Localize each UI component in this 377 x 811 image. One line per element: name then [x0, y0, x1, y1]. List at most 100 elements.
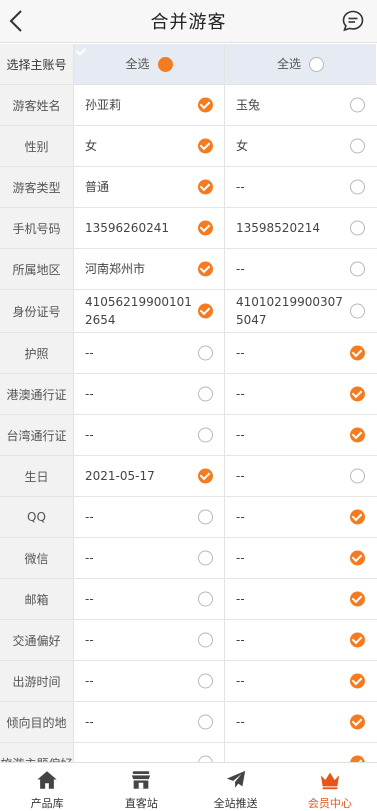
right-value: -- — [236, 387, 245, 401]
left-value-cell[interactable]: -- — [74, 702, 225, 742]
left-select-radio[interactable] — [198, 632, 213, 648]
crown-icon — [320, 772, 340, 790]
left-value-cell[interactable]: -- — [74, 415, 225, 455]
field-label: 游客类型 — [0, 167, 74, 207]
left-value-cell[interactable]: -- — [74, 497, 225, 537]
right-value-cell[interactable]: -- — [225, 333, 376, 373]
left-select-radio[interactable] — [198, 468, 213, 484]
left-value-cell[interactable]: 13596260241 — [74, 208, 225, 248]
right-value-cell[interactable]: -- — [225, 497, 376, 537]
select-all-right-radio[interactable] — [309, 56, 324, 72]
right-value-cell[interactable]: -- — [225, 374, 376, 414]
left-select-radio[interactable] — [198, 673, 213, 689]
right-select-radio[interactable] — [350, 345, 365, 361]
left-select-radio[interactable] — [198, 714, 213, 730]
right-select-radio[interactable] — [350, 427, 365, 443]
tab-product-library[interactable]: 产品库 — [0, 763, 94, 811]
right-value-cell[interactable]: 玉兔 — [225, 85, 376, 125]
select-all-right[interactable]: 全选 — [225, 44, 376, 84]
right-select-radio[interactable] — [350, 220, 365, 236]
right-select-radio[interactable] — [350, 591, 365, 607]
right-value-cell[interactable]: 410102199003075047 — [225, 290, 376, 332]
bottom-tab-bar: 产品库 直客站 全站推送 会员中心 — [0, 762, 377, 811]
left-select-radio[interactable] — [198, 427, 213, 443]
left-value-cell[interactable]: -- — [74, 579, 225, 619]
field-label: 手机号码 — [0, 208, 74, 248]
right-select-radio[interactable] — [350, 509, 365, 525]
left-value-cell[interactable]: 孙亚莉 — [74, 85, 225, 125]
left-value-cell[interactable]: -- — [74, 620, 225, 660]
left-value-cell[interactable]: -- — [74, 538, 225, 578]
field-label: 身份证号 — [0, 290, 74, 332]
left-value: 女 — [85, 139, 98, 153]
left-select-radio[interactable] — [198, 509, 213, 525]
left-value: -- — [85, 387, 94, 401]
tab-label: 直客站 — [124, 797, 158, 810]
message-button[interactable] — [341, 9, 365, 33]
left-select-radio[interactable] — [198, 550, 213, 566]
right-select-radio[interactable] — [350, 714, 365, 730]
left-value-cell[interactable]: 河南郑州市 — [74, 249, 225, 289]
left-value-cell[interactable]: 2021-05-17 — [74, 456, 225, 496]
right-value: -- — [236, 674, 245, 688]
tab-direct-store[interactable]: 直客站 — [94, 763, 188, 811]
right-select-radio[interactable] — [350, 386, 365, 402]
right-select-radio[interactable] — [350, 138, 365, 154]
right-select-radio[interactable] — [350, 468, 365, 484]
left-select-radio[interactable] — [198, 97, 213, 113]
table-row: 交通偏好 -- -- — [0, 620, 377, 661]
left-value: 普通 — [85, 180, 110, 194]
table-row: 倾向目的地 -- -- — [0, 702, 377, 743]
left-value-cell[interactable]: -- — [74, 374, 225, 414]
right-value-cell[interactable]: -- — [225, 415, 376, 455]
right-value-cell[interactable]: -- — [225, 249, 376, 289]
left-select-radio[interactable] — [198, 591, 213, 607]
left-value-cell[interactable]: -- — [74, 333, 225, 373]
left-select-radio[interactable] — [198, 303, 213, 319]
right-select-radio[interactable] — [350, 550, 365, 566]
left-value-cell[interactable]: -- — [74, 743, 225, 762]
right-value-cell[interactable]: -- — [225, 579, 376, 619]
right-select-radio[interactable] — [350, 632, 365, 648]
left-value-cell[interactable]: 410562199001012654 — [74, 290, 225, 332]
right-value-cell[interactable]: -- — [225, 167, 376, 207]
field-label: 旅游主题偏好 — [0, 743, 74, 762]
left-select-radio[interactable] — [198, 386, 213, 402]
right-value-cell[interactable]: -- — [225, 661, 376, 701]
tab-member-center[interactable]: 会员中心 — [283, 763, 377, 811]
right-select-radio[interactable] — [350, 179, 365, 195]
left-select-radio[interactable] — [198, 138, 213, 154]
field-label: 微信 — [0, 538, 74, 578]
left-value: -- — [85, 346, 94, 360]
right-value-cell[interactable]: -- — [225, 538, 376, 578]
tab-site-push[interactable]: 全站推送 — [189, 763, 283, 811]
right-select-radio[interactable] — [350, 673, 365, 689]
right-select-radio[interactable] — [350, 261, 365, 277]
right-value-cell[interactable]: -- — [225, 620, 376, 660]
left-select-radio[interactable] — [198, 179, 213, 195]
right-value-cell[interactable]: 13598520214 — [225, 208, 376, 248]
select-all-left-radio[interactable] — [157, 56, 173, 72]
left-select-radio[interactable] — [198, 220, 213, 236]
left-select-radio[interactable] — [198, 345, 213, 361]
table-row: 性别女女 — [0, 126, 377, 167]
right-value-cell[interactable]: 女 — [225, 126, 376, 166]
top-bar: 合并游客 — [0, 0, 377, 43]
back-button[interactable] — [2, 6, 30, 36]
table-row: 所属地区 河南郑州市 -- — [0, 249, 377, 290]
right-value-cell[interactable]: -- — [225, 456, 376, 496]
right-value-cell[interactable]: -- — [225, 702, 376, 742]
merge-table: 选择主账号 全选 全选 游客姓名 孙亚莉 玉兔 性别女女游客类型 普通 -- 手机号码 135… — [0, 44, 377, 762]
send-icon — [226, 770, 245, 788]
right-value-cell[interactable]: -- — [225, 743, 376, 762]
right-select-radio[interactable] — [350, 303, 365, 319]
right-select-radio[interactable] — [350, 97, 365, 113]
select-all-row: 选择主账号 全选 全选 — [0, 44, 377, 85]
left-value-cell[interactable]: 普通 — [74, 167, 225, 207]
left-select-radio[interactable] — [198, 261, 213, 277]
left-value-cell[interactable]: -- — [74, 661, 225, 701]
left-value-cell[interactable]: 女 — [74, 126, 225, 166]
left-value: -- — [85, 592, 94, 606]
table-row: 出游时间 -- -- — [0, 661, 377, 702]
select-all-left[interactable]: 全选 — [74, 44, 225, 84]
